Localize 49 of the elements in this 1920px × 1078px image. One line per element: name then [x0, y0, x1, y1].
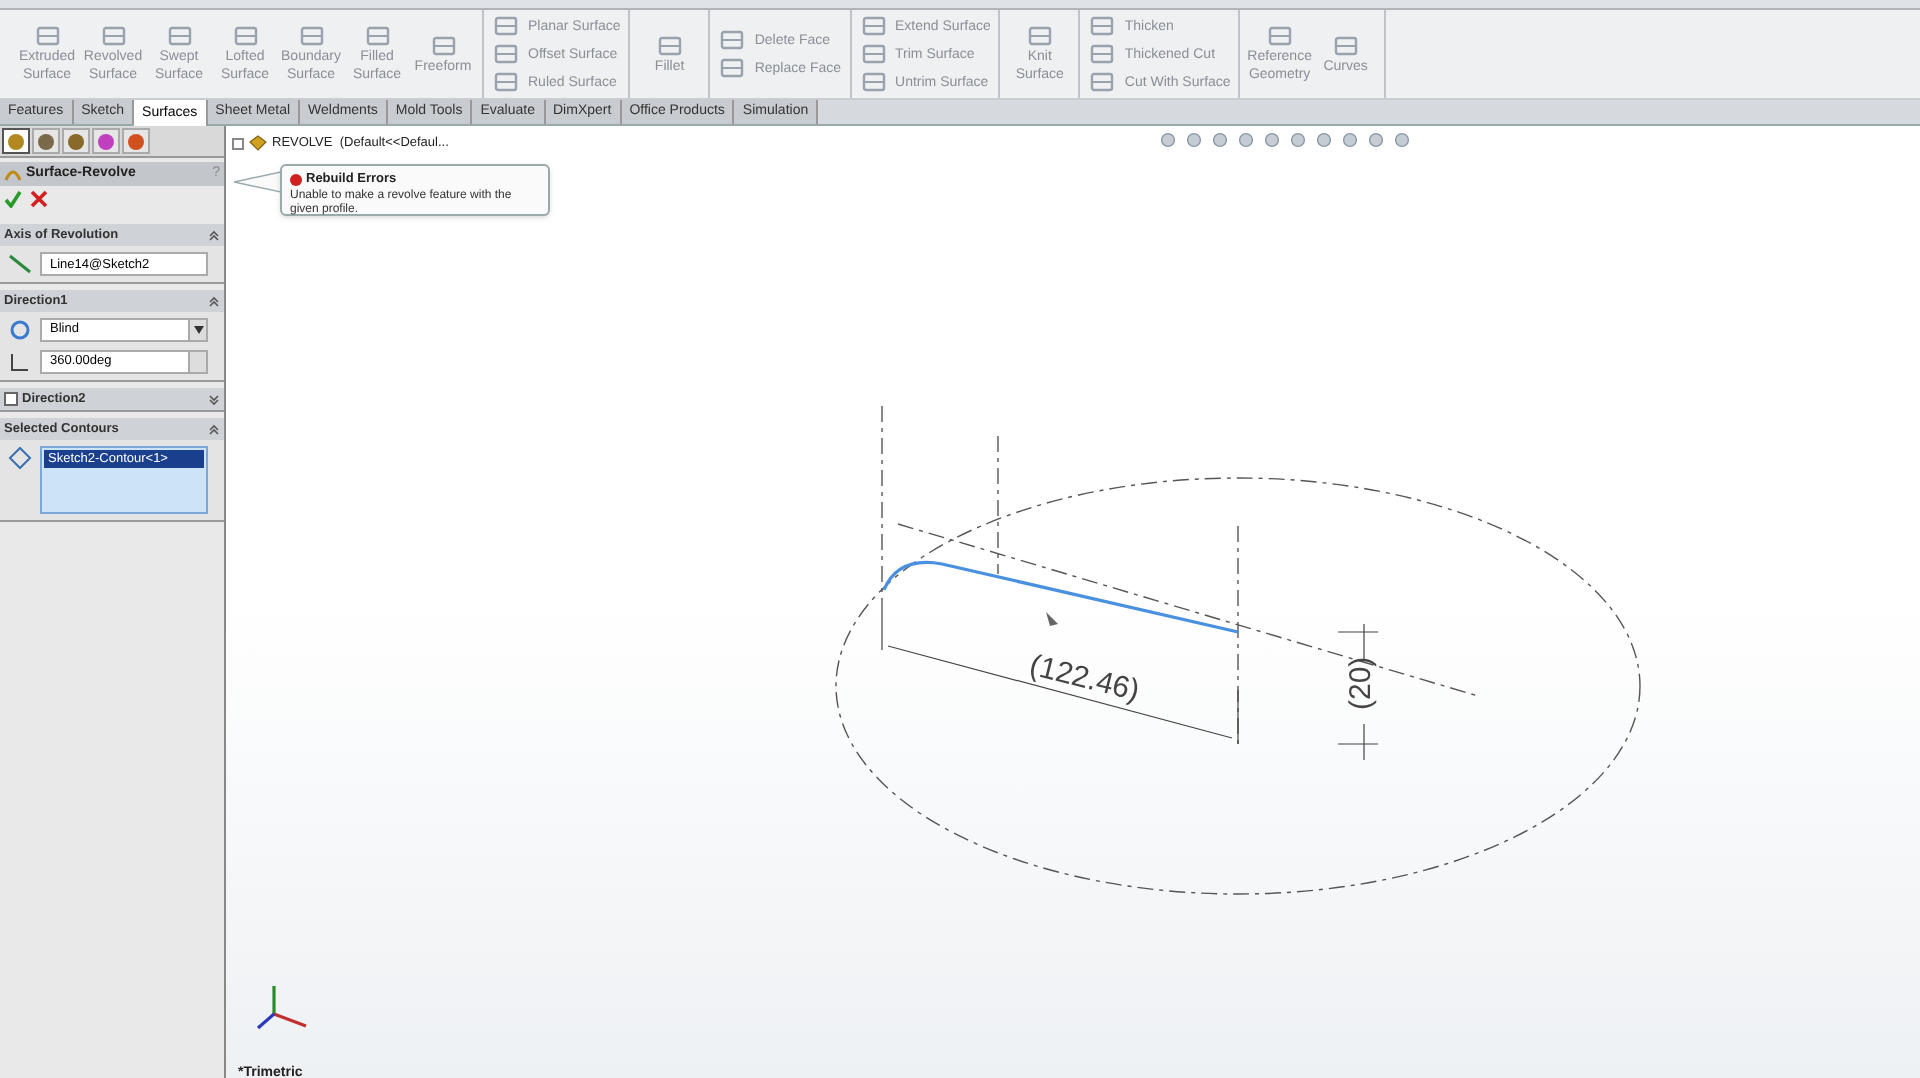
surface-tool-icon — [1088, 70, 1117, 94]
part-icon — [248, 134, 268, 153]
surface-tool-icon — [1088, 14, 1117, 38]
surface-tool-icon — [718, 56, 747, 80]
surface-tool-icon — [655, 33, 684, 57]
sketch-profile[interactable] — [882, 560, 1239, 634]
surface-tool-icon — [1088, 42, 1117, 66]
panel-tab[interactable] — [2, 128, 30, 154]
collapse-icon[interactable] — [208, 229, 220, 241]
collapse-icon[interactable] — [208, 295, 220, 307]
surface-tool-icon — [33, 24, 61, 48]
cursor-icon — [1046, 612, 1058, 626]
checkbox[interactable] — [4, 392, 18, 406]
expand-box-icon[interactable] — [232, 137, 244, 150]
spinner-icon — [188, 352, 206, 372]
surface-tool-icon — [859, 70, 888, 94]
panel-tab[interactable] — [62, 128, 90, 154]
surface-tool-icon — [1025, 24, 1054, 48]
surface-tool-icon — [231, 24, 259, 48]
panel-tab[interactable] — [122, 128, 150, 154]
dimension-label[interactable]: (122.46) — [1026, 648, 1143, 709]
surface-tool-icon — [859, 42, 888, 66]
panel-tab[interactable] — [92, 128, 120, 154]
contour-icon — [8, 446, 32, 470]
axis-triad-drawing — [256, 986, 307, 1030]
surface-tool-icon — [718, 28, 747, 52]
close-icon[interactable] — [30, 190, 48, 208]
line-icon — [8, 254, 32, 274]
rotate-icon — [8, 318, 32, 342]
revolve-icon — [4, 166, 22, 182]
ok-icon[interactable] — [4, 190, 22, 208]
surface-tool-icon — [429, 33, 457, 57]
surface-tool-icon — [99, 24, 127, 48]
surface-tool-icon — [492, 42, 520, 66]
collapse-icon[interactable] — [208, 423, 220, 435]
surface-tool-icon — [1265, 24, 1294, 48]
surface-tool-icon — [1331, 33, 1360, 57]
surface-tool-icon — [492, 14, 520, 38]
dimension-label[interactable]: (20) — [1344, 656, 1378, 710]
surface-tool-icon — [492, 70, 520, 94]
surface-tool-icon — [363, 24, 391, 48]
surface-tool-icon — [859, 14, 888, 38]
caret-icon — [188, 320, 206, 340]
angle-icon — [8, 350, 32, 374]
surface-tool-icon — [165, 24, 193, 48]
error-icon — [290, 173, 302, 186]
surface-tool-icon — [297, 24, 325, 48]
expand-icon[interactable] — [208, 393, 220, 405]
panel-tab[interactable] — [32, 128, 60, 154]
